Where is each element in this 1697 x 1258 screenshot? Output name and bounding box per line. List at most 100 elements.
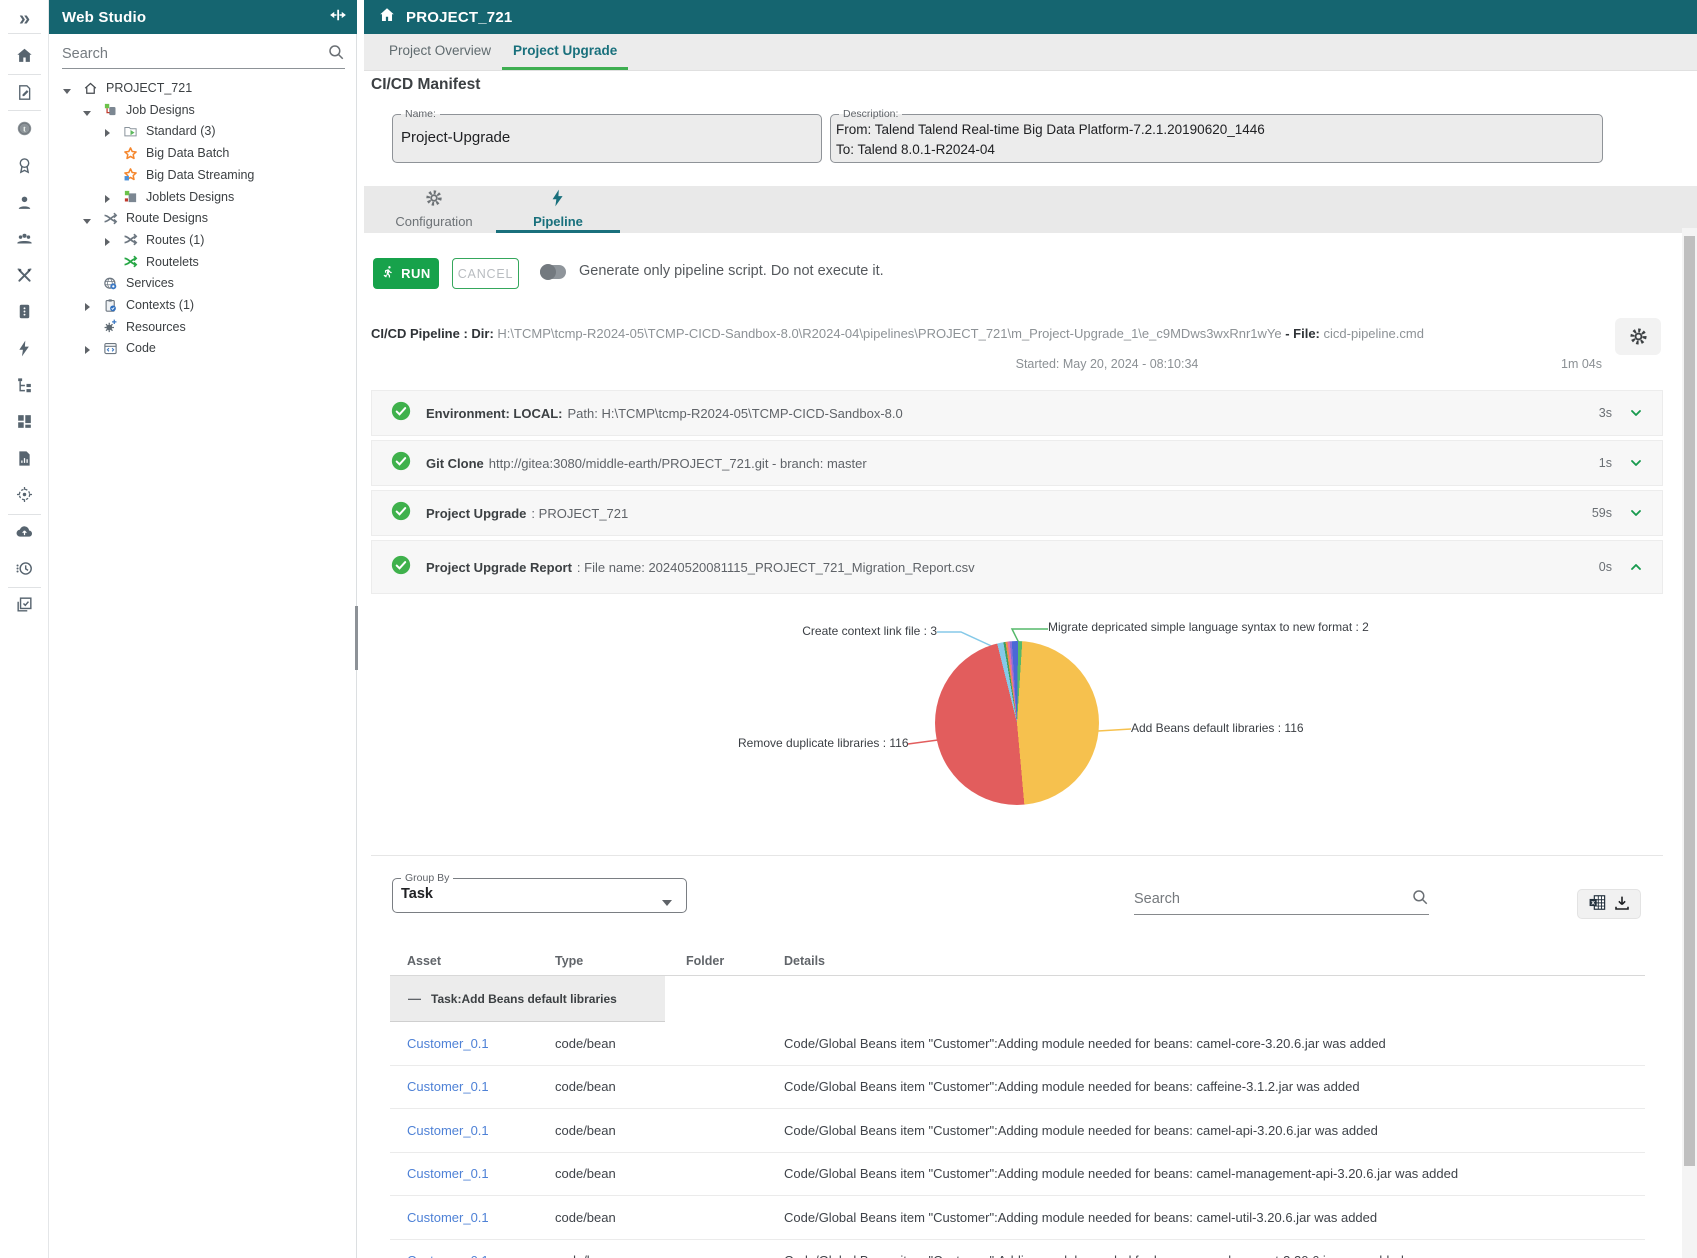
pipeline-step-project-upgrade-report[interactable]: Project Upgrade Report: File name: 20240… xyxy=(371,540,1663,594)
home-sm-icon xyxy=(82,80,98,96)
users-icon[interactable] xyxy=(0,224,49,254)
vertical-scrollbar[interactable] xyxy=(1682,228,1697,1258)
tree-item-label: Code xyxy=(126,341,156,355)
generate-only-toggle[interactable] xyxy=(540,265,566,279)
tree-item-standard-3-[interactable]: Standard (3) xyxy=(49,120,357,142)
description-field[interactable]: Description: From: Talend Talend Real-ti… xyxy=(830,108,1603,163)
tree-item-label: Routes (1) xyxy=(146,233,204,247)
caret-right-icon[interactable] xyxy=(103,126,113,136)
tree-item-services[interactable]: Services xyxy=(49,272,357,294)
caret-right-icon[interactable] xyxy=(103,192,113,202)
pipeline-step-environment-local-[interactable]: Environment: LOCAL:Path: H:\TCMP\tcmp-R2… xyxy=(371,390,1663,436)
caret-right-icon[interactable] xyxy=(83,343,93,353)
archive-icon[interactable] xyxy=(0,297,49,327)
tree-item-contexts-1-[interactable]: Contexts (1) xyxy=(49,294,357,316)
home-icon[interactable] xyxy=(0,41,49,71)
history-icon[interactable] xyxy=(0,553,49,583)
tree-item-big-data-streaming[interactable]: Big Data Streaming xyxy=(49,164,357,186)
collapse-icon: — xyxy=(408,991,421,1006)
talend-logo-icon[interactable]: t xyxy=(0,114,49,144)
group-by-select[interactable]: Group By Task xyxy=(392,872,687,913)
pipeline-step-git-clone[interactable]: Git Clonehttp://gitea:3080/middle-earth/… xyxy=(371,440,1663,486)
svg-text:t: t xyxy=(23,124,26,134)
routes-icon xyxy=(122,232,138,248)
name-field[interactable]: Name: Project-Upgrade xyxy=(392,108,822,163)
double-chevron-icon[interactable]: » xyxy=(0,4,49,34)
details-cell: Code/Global Beans item "Customer":Adding… xyxy=(784,1166,1645,1181)
tree-item-label: Big Data Batch xyxy=(146,146,229,160)
export-excel-button[interactable]: x xyxy=(1577,889,1641,919)
project-tree: PROJECT_721 Job DesignsStandard (3) Big Da… xyxy=(49,77,357,1258)
rail-divider xyxy=(8,514,41,515)
caret-down-icon[interactable] xyxy=(63,83,73,93)
asset-link[interactable]: Customer_0.1 xyxy=(407,1079,489,1094)
cloud-upload-icon[interactable] xyxy=(0,516,49,546)
tree-item-code[interactable]: Code xyxy=(49,337,357,359)
asset-link[interactable]: Customer_0.1 xyxy=(407,1166,489,1181)
rail-divider xyxy=(8,587,41,588)
asset-link[interactable]: Customer_0.1 xyxy=(407,1123,489,1138)
dashboard-icon[interactable] xyxy=(0,407,49,437)
pie-label-migrate-depricated-simple-lang: Migrate depricated simple language synta… xyxy=(1048,620,1369,634)
badge-icon[interactable] xyxy=(0,150,49,180)
target-icon[interactable] xyxy=(0,480,49,510)
tree-item-project-721[interactable]: PROJECT_721 xyxy=(49,77,357,99)
chevron-up-icon[interactable] xyxy=(1628,559,1644,575)
run-button[interactable]: RUN xyxy=(373,258,439,289)
migration-report-pie-chart xyxy=(935,641,1099,805)
report-search-input[interactable]: Search xyxy=(1134,884,1429,915)
hierarchy-icon[interactable] xyxy=(0,370,49,400)
rail-divider xyxy=(8,74,41,75)
tree-item-label: PROJECT_721 xyxy=(106,81,192,95)
tools-icon[interactable] xyxy=(0,260,49,290)
svg-text:x: x xyxy=(1591,900,1595,907)
step-text: : File name: 20240520081115_PROJECT_721_… xyxy=(577,560,975,575)
tree-item-big-data-batch[interactable]: Big Data Batch xyxy=(49,142,357,164)
column-folder: Folder xyxy=(686,954,784,968)
caret-right-icon[interactable] xyxy=(103,235,113,245)
contexts-icon xyxy=(102,297,118,313)
services-icon xyxy=(102,275,118,291)
tree-item-label: Routelets xyxy=(146,255,199,269)
tree-item-job-designs[interactable]: Job Designs xyxy=(49,99,357,121)
pipeline-settings-button[interactable] xyxy=(1615,318,1661,355)
tab-configuration[interactable]: Configuration xyxy=(372,186,496,233)
report-icon[interactable] xyxy=(0,443,49,473)
tree-item-routelets[interactable]: Routelets xyxy=(49,251,357,273)
user-icon[interactable] xyxy=(0,187,49,217)
asset-link[interactable]: Customer_0.1 xyxy=(407,1036,489,1051)
lightning-icon[interactable] xyxy=(0,333,49,363)
chevron-down-icon[interactable] xyxy=(1628,505,1644,521)
tree-item-route-designs[interactable]: Route Designs xyxy=(49,207,357,229)
details-cell: Code/Global Beans item "Customer":Adding… xyxy=(784,1079,1645,1094)
step-duration: 3s xyxy=(1599,406,1612,420)
collapse-panel-icon[interactable] xyxy=(329,6,347,29)
details-cell: Code/Global Beans item "Customer":Adding… xyxy=(784,1253,1645,1258)
pipeline-started-time: Started: May 20, 2024 - 08:10:34 xyxy=(917,357,1297,371)
caret-right-icon[interactable] xyxy=(83,300,93,310)
caret-down-icon[interactable] xyxy=(83,105,93,115)
panel-resize-handle[interactable] xyxy=(355,606,358,670)
audit-icon[interactable] xyxy=(0,590,49,620)
tab-pipeline[interactable]: Pipeline xyxy=(496,186,620,233)
caret-spacer xyxy=(83,322,93,332)
caret-spacer xyxy=(103,257,113,267)
pipeline-file: cicd-pipeline.cmd xyxy=(1324,326,1424,341)
group-collapse-toggle[interactable]: — Task:Add Beans default libraries xyxy=(390,976,665,1022)
tree-item-resources[interactable]: Resources xyxy=(49,316,357,338)
pipeline-step-project-upgrade[interactable]: Project Upgrade: PROJECT_72159s xyxy=(371,490,1663,536)
tab-project-upgrade[interactable]: Project Upgrade xyxy=(502,34,628,70)
doc-edit-icon[interactable] xyxy=(0,77,49,107)
asset-link[interactable]: Customer_0.1 xyxy=(407,1253,489,1258)
step-title: Project Upgrade xyxy=(426,506,526,521)
chevron-down-icon[interactable] xyxy=(1628,405,1644,421)
tree-search-input[interactable]: Search xyxy=(62,40,345,69)
cancel-button[interactable]: CANCEL xyxy=(452,258,519,289)
scrollbar-thumb[interactable] xyxy=(1684,236,1695,1166)
chevron-down-icon[interactable] xyxy=(1628,455,1644,471)
caret-down-icon[interactable] xyxy=(83,213,93,223)
tree-item-routes-1-[interactable]: Routes (1) xyxy=(49,229,357,251)
tree-item-joblets-designs[interactable]: Joblets Designs xyxy=(49,186,357,208)
tab-project-overview[interactable]: Project Overview xyxy=(378,34,502,70)
asset-link[interactable]: Customer_0.1 xyxy=(407,1210,489,1225)
